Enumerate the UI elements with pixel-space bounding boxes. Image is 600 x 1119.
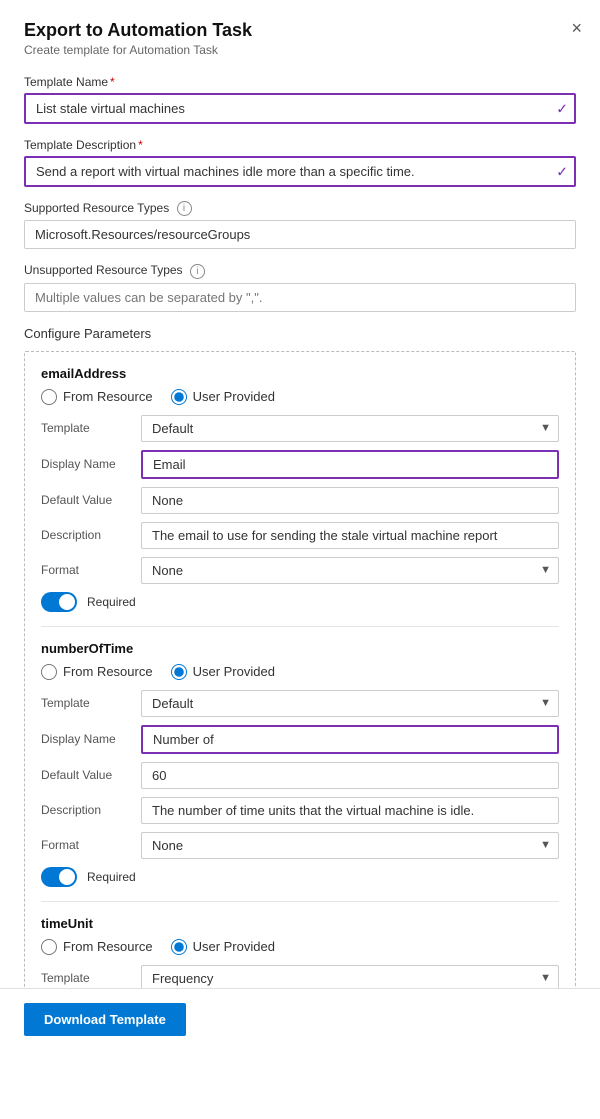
email-description-label: Description bbox=[41, 528, 141, 542]
timeunit-user-provided-radio[interactable] bbox=[171, 939, 187, 955]
supported-resource-types-field: Supported Resource Types i bbox=[24, 201, 576, 249]
numberof-user-provided-option[interactable]: User Provided bbox=[171, 664, 275, 680]
email-description-input[interactable] bbox=[141, 522, 559, 549]
unsupported-resource-types-input[interactable] bbox=[24, 283, 576, 312]
numberof-required-row: Required bbox=[41, 867, 559, 887]
unsupported-resource-types-field: Unsupported Resource Types i bbox=[24, 263, 576, 311]
numberof-radio-row: From Resource User Provided bbox=[41, 664, 559, 680]
numberof-description-row: Description bbox=[41, 797, 559, 824]
email-display-name-row: Display Name bbox=[41, 450, 559, 479]
numberof-template-row: Template Default Frequency None ▼ bbox=[41, 690, 559, 717]
numberof-template-select[interactable]: Default Frequency None bbox=[141, 690, 559, 717]
param-time-unit: timeUnit From Resource User Provided Tem… bbox=[41, 901, 559, 992]
check-icon: ✓ bbox=[556, 100, 568, 117]
numberof-format-row: Format None Email Number ▼ bbox=[41, 832, 559, 859]
template-name-field: Template Name* ✓ bbox=[24, 75, 576, 124]
numberof-description-label: Description bbox=[41, 803, 141, 817]
email-default-value-label: Default Value bbox=[41, 493, 141, 507]
template-name-wrapper: ✓ bbox=[24, 93, 576, 124]
template-description-input[interactable] bbox=[24, 156, 576, 187]
numberof-display-name-input[interactable] bbox=[141, 725, 559, 754]
bottom-bar: Download Template bbox=[0, 988, 600, 1050]
numberof-description-input[interactable] bbox=[141, 797, 559, 824]
email-from-resource-option[interactable]: From Resource bbox=[41, 389, 153, 405]
email-template-wrapper: Default Frequency None ▼ bbox=[141, 415, 559, 442]
param-number-of: numberOfTime From Resource User Provided… bbox=[41, 626, 559, 887]
unsupported-info-icon: i bbox=[190, 264, 205, 279]
timeunit-template-label: Template bbox=[41, 971, 141, 985]
email-required-label: Required bbox=[87, 595, 136, 609]
export-dialog: Export to Automation Task Create templat… bbox=[0, 0, 600, 1119]
supported-resource-types-label: Supported Resource Types i bbox=[24, 201, 576, 216]
timeunit-user-provided-option[interactable]: User Provided bbox=[171, 939, 275, 955]
timeunit-radio-row: From Resource User Provided bbox=[41, 939, 559, 955]
email-template-row: Template Default Frequency None ▼ bbox=[41, 415, 559, 442]
numberof-user-provided-radio[interactable] bbox=[171, 664, 187, 680]
numberof-default-value-label: Default Value bbox=[41, 768, 141, 782]
close-button[interactable]: × bbox=[571, 18, 582, 39]
email-required-toggle[interactable] bbox=[41, 592, 77, 612]
unsupported-resource-types-label: Unsupported Resource Types i bbox=[24, 263, 576, 278]
supported-resource-types-input[interactable] bbox=[24, 220, 576, 249]
numberof-default-value-input[interactable] bbox=[141, 762, 559, 789]
email-format-row: Format None Email Number ▼ bbox=[41, 557, 559, 584]
timeunit-from-resource-option[interactable]: From Resource bbox=[41, 939, 153, 955]
check-icon-desc: ✓ bbox=[556, 163, 568, 180]
email-user-provided-option[interactable]: User Provided bbox=[171, 389, 275, 405]
configure-section-box: emailAddress From Resource User Provided… bbox=[24, 351, 576, 1015]
numberof-format-wrapper: None Email Number ▼ bbox=[141, 832, 559, 859]
email-default-value-input[interactable] bbox=[141, 487, 559, 514]
param-email-name: emailAddress bbox=[41, 366, 559, 381]
template-name-label: Template Name* bbox=[24, 75, 576, 89]
template-description-label: Template Description* bbox=[24, 138, 576, 152]
email-format-select[interactable]: None Email Number bbox=[141, 557, 559, 584]
configure-parameters-section: Configure Parameters emailAddress From R… bbox=[24, 326, 576, 1015]
template-description-wrapper: ✓ bbox=[24, 156, 576, 187]
email-from-resource-radio[interactable] bbox=[41, 389, 57, 405]
supported-info-icon: i bbox=[177, 201, 192, 216]
email-display-name-label: Display Name bbox=[41, 457, 141, 471]
param-email-address: emailAddress From Resource User Provided… bbox=[41, 366, 559, 612]
template-name-input[interactable] bbox=[24, 93, 576, 124]
numberof-template-label: Template bbox=[41, 696, 141, 710]
email-user-provided-radio[interactable] bbox=[171, 389, 187, 405]
email-required-row: Required bbox=[41, 592, 559, 612]
param-timeunit-name: timeUnit bbox=[41, 916, 559, 931]
download-template-button[interactable]: Download Template bbox=[24, 1003, 186, 1036]
numberof-from-resource-radio[interactable] bbox=[41, 664, 57, 680]
timeunit-from-resource-radio[interactable] bbox=[41, 939, 57, 955]
email-description-row: Description bbox=[41, 522, 559, 549]
numberof-display-name-row: Display Name bbox=[41, 725, 559, 754]
numberof-required-label: Required bbox=[87, 870, 136, 884]
template-description-field: Template Description* ✓ bbox=[24, 138, 576, 187]
email-format-label: Format bbox=[41, 563, 141, 577]
email-format-wrapper: None Email Number ▼ bbox=[141, 557, 559, 584]
numberof-format-label: Format bbox=[41, 838, 141, 852]
numberof-template-wrapper: Default Frequency None ▼ bbox=[141, 690, 559, 717]
email-toggle-knob bbox=[59, 594, 75, 610]
numberof-format-select[interactable]: None Email Number bbox=[141, 832, 559, 859]
numberof-from-resource-option[interactable]: From Resource bbox=[41, 664, 153, 680]
email-template-label: Template bbox=[41, 421, 141, 435]
dialog-subtitle: Create template for Automation Task bbox=[24, 43, 576, 57]
email-display-name-input[interactable] bbox=[141, 450, 559, 479]
email-radio-row: From Resource User Provided bbox=[41, 389, 559, 405]
numberof-default-value-row: Default Value bbox=[41, 762, 559, 789]
configure-parameters-title: Configure Parameters bbox=[24, 326, 576, 341]
param-numberof-name: numberOfTime bbox=[41, 641, 559, 656]
numberof-display-name-label: Display Name bbox=[41, 732, 141, 746]
numberof-required-toggle[interactable] bbox=[41, 867, 77, 887]
dialog-title: Export to Automation Task bbox=[24, 20, 576, 41]
numberof-toggle-knob bbox=[59, 869, 75, 885]
email-default-value-row: Default Value bbox=[41, 487, 559, 514]
email-template-select[interactable]: Default Frequency None bbox=[141, 415, 559, 442]
